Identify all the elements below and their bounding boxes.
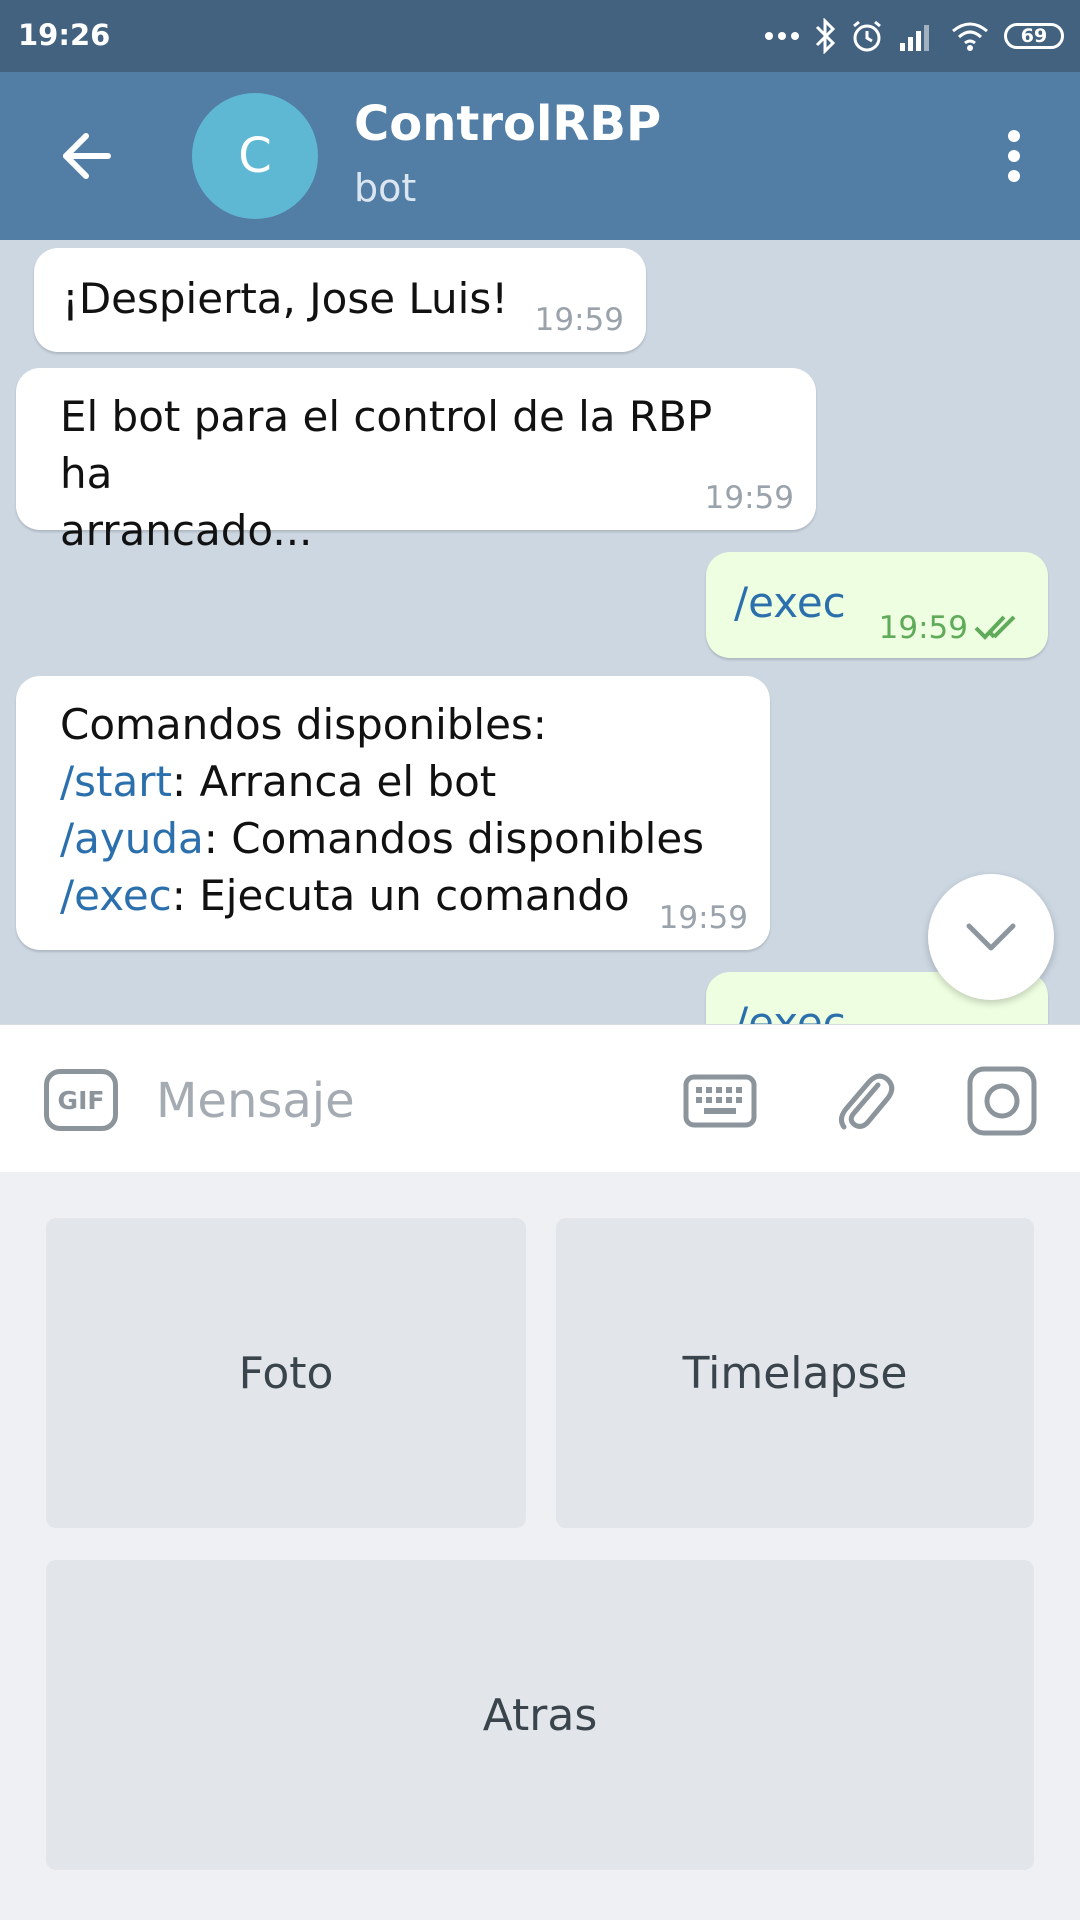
message-time: 19:59 xyxy=(704,480,794,516)
command-line: /exec: Ejecuta un comando xyxy=(60,867,726,924)
bot-keyboard-button[interactable] xyxy=(682,1063,758,1139)
message-input[interactable] xyxy=(156,1069,636,1133)
message-text: ¡Despierta, Jose Luis! xyxy=(62,274,509,323)
command-description: : Comandos disponibles xyxy=(203,814,705,863)
attach-button[interactable] xyxy=(826,1063,902,1139)
more-dots-icon xyxy=(765,32,799,40)
message-bubble-incoming[interactable]: Comandos disponibles: /start: Arranca el… xyxy=(16,676,770,950)
camera-icon xyxy=(967,1066,1037,1136)
message-text: Comandos disponibles: xyxy=(60,700,547,749)
more-menu-button[interactable] xyxy=(978,120,1050,192)
status-bar: 19:26 69 xyxy=(0,0,1080,72)
command-link[interactable]: /exec xyxy=(60,871,172,920)
message-bubble-outgoing[interactable]: /exec 19:59 xyxy=(706,552,1048,658)
chat-subtitle: bot xyxy=(354,166,417,210)
status-time: 19:26 xyxy=(18,18,111,52)
gif-button[interactable]: GIF xyxy=(44,1069,118,1131)
message-bubble-incoming[interactable]: ¡Despierta, Jose Luis! 19:59 xyxy=(34,248,646,352)
scroll-down-button[interactable] xyxy=(928,874,1054,1000)
paperclip-icon xyxy=(838,1073,895,1130)
chat-title[interactable]: ControlRBP xyxy=(354,96,661,152)
double-check-icon xyxy=(974,615,1016,640)
command-link[interactable]: /exec xyxy=(734,998,846,1024)
keyboard-button-atras[interactable]: Atras xyxy=(46,1560,1034,1870)
battery-icon: 69 xyxy=(1004,23,1064,49)
message-text: El bot para el control de la RBP ha xyxy=(60,392,713,498)
wifi-icon xyxy=(952,22,988,51)
command-description: : Arranca el bot xyxy=(171,757,497,806)
status-icons: 69 xyxy=(764,14,1064,58)
avatar[interactable]: C xyxy=(192,93,318,219)
message-time: 19:59 xyxy=(878,610,968,646)
chat-messages[interactable]: ¡Despierta, Jose Luis! 19:59 El bot para… xyxy=(0,240,1080,1024)
command-link[interactable]: /start xyxy=(60,757,172,806)
command-line: /start: Arranca el bot xyxy=(60,753,726,810)
message-input-bar: GIF xyxy=(0,1024,1080,1173)
keyboard-button-foto[interactable]: Foto xyxy=(46,1218,526,1528)
camera-button[interactable] xyxy=(964,1063,1040,1139)
message-bubble-incoming[interactable]: El bot para el control de la RBP ha arra… xyxy=(16,368,816,555)
signal-icon xyxy=(900,25,929,51)
back-arrow-icon xyxy=(63,133,111,179)
command-link[interactable]: /exec xyxy=(734,578,846,627)
command-description: : Ejecuta un comando xyxy=(171,871,630,920)
chevron-down-icon xyxy=(966,923,1016,951)
chat-header: C ControlRBP bot xyxy=(0,72,1080,240)
keyboard-icon xyxy=(683,1074,757,1128)
back-button[interactable] xyxy=(52,120,124,192)
message-time: 19:59 xyxy=(534,302,624,338)
bluetooth-icon xyxy=(815,18,836,54)
command-line: /ayuda: Comandos disponibles xyxy=(60,810,726,867)
keyboard-button-timelapse[interactable]: Timelapse xyxy=(556,1218,1034,1528)
message-time: 19:59 xyxy=(658,900,748,936)
bot-keyboard: Foto Timelapse Atras xyxy=(0,1172,1080,1920)
alarm-icon xyxy=(853,20,881,52)
more-vertical-icon xyxy=(1008,130,1020,182)
message-text: arrancado... xyxy=(60,506,313,555)
command-link[interactable]: /ayuda xyxy=(60,814,204,863)
